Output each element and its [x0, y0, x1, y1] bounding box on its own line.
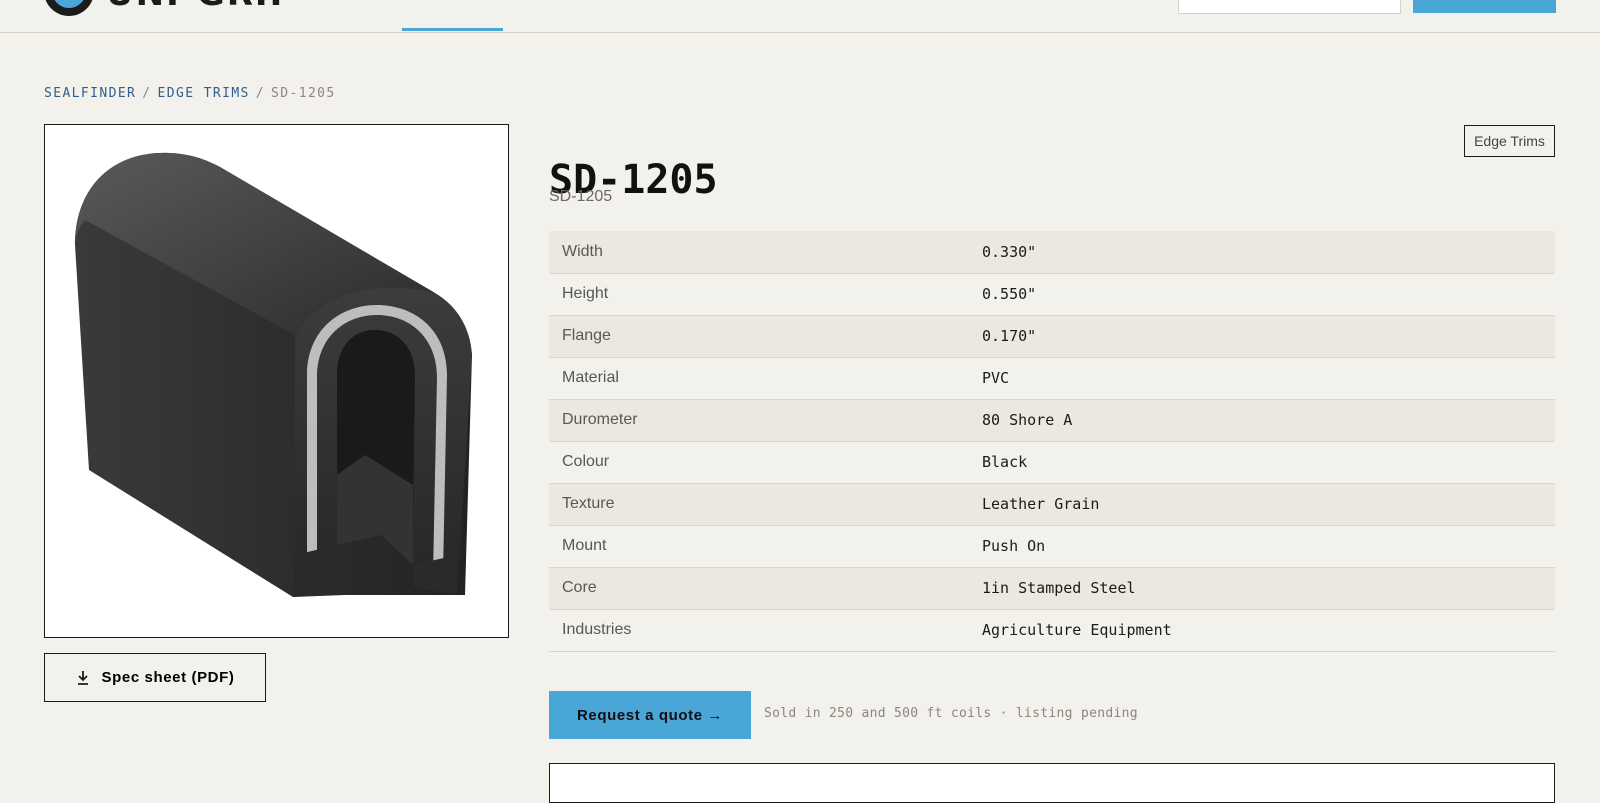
table-row: Height 0.550" — [549, 273, 1555, 316]
product-subtitle: SD-1205 — [549, 188, 613, 205]
spec-label: Width — [549, 231, 969, 274]
spec-sheet-download-button[interactable]: Spec sheet (PDF) — [44, 653, 266, 702]
spec-label: Mount — [549, 525, 969, 568]
spec-value: 80 Shore A — [969, 399, 1555, 442]
spec-label: Flange — [549, 315, 969, 358]
spec-value: 0.170" — [969, 315, 1555, 358]
spec-label: Texture — [549, 483, 969, 526]
table-row: Mount Push On — [549, 525, 1555, 568]
spec-label: Durometer — [549, 399, 969, 442]
spec-value: Push On — [969, 525, 1555, 568]
top-navigation-bar: UNI-GRIP — [0, 0, 1600, 33]
spec-label: Industries — [549, 609, 969, 652]
active-nav-indicator — [402, 28, 503, 31]
breadcrumb-separator: / — [142, 86, 152, 101]
table-row: Colour Black — [549, 441, 1555, 484]
spec-sheet-label: Spec sheet (PDF) — [101, 669, 235, 686]
breadcrumb-link-edge-trims[interactable]: EDGE TRIMS — [158, 86, 250, 101]
spec-label: Colour — [549, 441, 969, 484]
spec-label: Material — [549, 357, 969, 400]
category-badge[interactable]: Edge Trims — [1464, 125, 1555, 157]
product-image — [44, 124, 509, 638]
header-cta-button[interactable] — [1413, 0, 1556, 13]
download-icon — [77, 670, 88, 685]
table-row: Flange 0.170" — [549, 315, 1555, 358]
spec-label: Height — [549, 273, 969, 316]
brand-name[interactable]: UNI-GRIP — [106, 0, 296, 14]
spec-table: Width 0.330" Height 0.550" Flange 0.170" Ma… — [549, 231, 1555, 652]
spec-value: 1in Stamped Steel — [969, 567, 1555, 610]
spec-value: 0.330" — [969, 231, 1555, 274]
spec-value: PVC — [969, 357, 1555, 400]
breadcrumb-separator: / — [255, 86, 266, 101]
bottom-panel — [549, 763, 1555, 803]
table-row: Durometer 80 Shore A — [549, 399, 1555, 442]
breadcrumb-link-sealfinder[interactable]: SEALFINDER — [44, 86, 136, 101]
request-quote-button[interactable]: Request a quote → — [549, 691, 751, 739]
spec-value: Black — [969, 441, 1555, 484]
edge-trim-profile-icon — [75, 152, 472, 597]
spec-value: 0.550" — [969, 273, 1555, 316]
spec-value: Agriculture Equipment — [969, 609, 1555, 652]
table-row: Width 0.330" — [549, 231, 1555, 274]
breadcrumb: SEALFINDER / EDGE TRIMS / SD-1205 — [44, 86, 336, 101]
table-row: Material PVC — [549, 357, 1555, 400]
table-row: Core 1in Stamped Steel — [549, 567, 1555, 610]
breadcrumb-current: SD-1205 — [271, 86, 336, 101]
spec-value: Leather Grain — [969, 483, 1555, 526]
table-row: Industries Agriculture Equipment — [549, 609, 1555, 652]
table-row: Texture Leather Grain — [549, 483, 1555, 526]
spec-label: Core — [549, 567, 969, 610]
availability-note: Sold in 250 and 500 ft coils · listing p… — [764, 706, 1138, 721]
logo-icon[interactable] — [44, 0, 94, 16]
search-input[interactable] — [1178, 0, 1401, 14]
